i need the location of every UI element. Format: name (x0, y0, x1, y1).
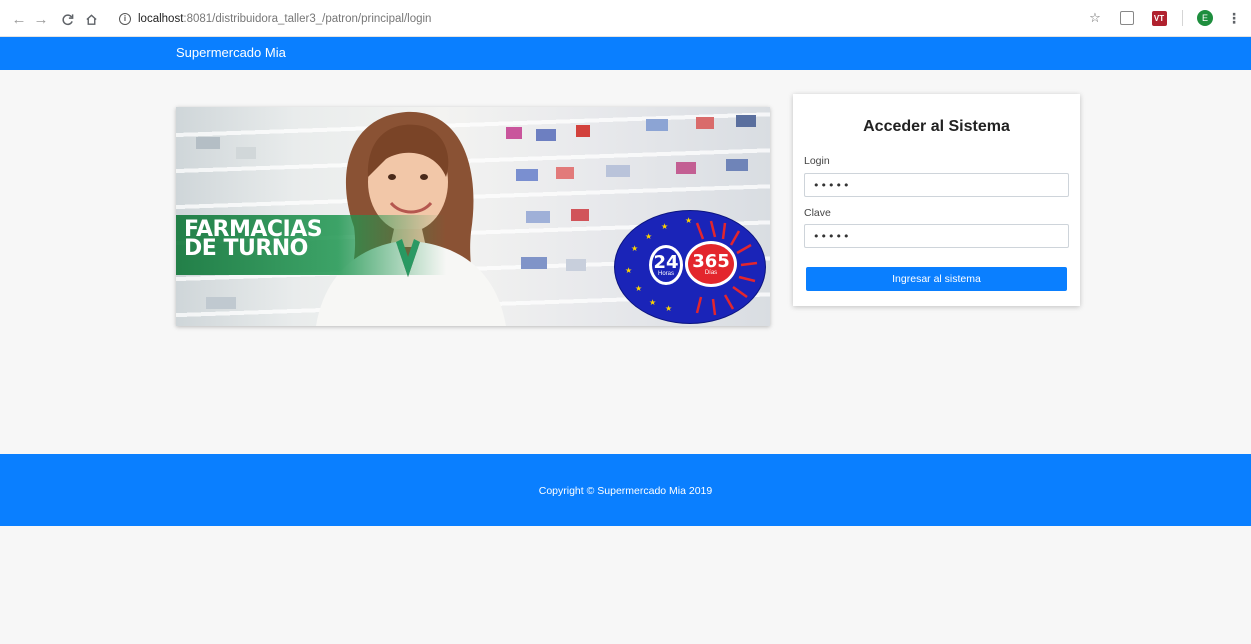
shelf-product (206, 297, 236, 309)
shelf-product (516, 169, 538, 181)
login-title: Acceder al Sistema (863, 118, 1010, 135)
days-label: Días (704, 269, 718, 276)
top-navbar: Supermercado Mia (0, 37, 1251, 70)
profile-avatar[interactable]: E (1197, 10, 1213, 26)
shelf-product (566, 259, 586, 271)
copyright-text: Copyright © Supermercado Mia 2019 (538, 485, 713, 497)
banner-line2: DE TURNO (184, 236, 308, 261)
shelf-product (556, 167, 574, 179)
footer: Copyright © Supermercado Mia 2019 (0, 454, 1251, 526)
shelf-product (236, 147, 256, 159)
site-info-icon[interactable]: i (119, 13, 131, 25)
open-24-365-badge: ★ ★ ★ ★ ★ ★ ★ ★ 24 Horas 365 Días (614, 210, 766, 324)
more-menu-icon[interactable]: ⋮ (1227, 10, 1241, 27)
shelf-product (736, 115, 756, 127)
hours-label: Horas (657, 270, 674, 277)
svg-text:★: ★ (661, 222, 668, 231)
password-label: Clave (804, 207, 831, 219)
pharmacy-banner: FARMACIAS DE TURNO ★ ★ ★ ★ ★ ★ ★ ★ 24 Horas 365… (176, 107, 770, 326)
svg-text:★: ★ (649, 298, 656, 307)
shelf-product (576, 125, 590, 137)
hours-number: 24 (653, 251, 679, 273)
shelf-product (526, 211, 550, 223)
password-input[interactable] (804, 224, 1069, 248)
login-card: Acceder al Sistema Login Clave Ingresar … (793, 94, 1080, 306)
days-badge: 365 Días (685, 241, 737, 287)
url-host: localhost (138, 13, 184, 25)
navbar-brand[interactable]: Supermercado Mia (176, 45, 286, 60)
bookmark-star-icon[interactable]: ☆ (1086, 9, 1104, 27)
svg-text:★: ★ (625, 266, 632, 275)
svg-text:★: ★ (685, 216, 692, 225)
svg-text:★: ★ (631, 244, 638, 253)
url-path: :8081/distribuidora_taller3_/patron/prin… (183, 13, 432, 25)
reload-icon[interactable] (56, 8, 78, 30)
banner-headline: FARMACIAS DE TURNO (184, 219, 323, 261)
shelf-product (606, 165, 630, 177)
login-label: Login (804, 155, 830, 167)
extension-red-icon[interactable]: VT (1150, 9, 1168, 27)
extension-reader-icon[interactable] (1118, 9, 1136, 27)
home-icon[interactable] (80, 8, 102, 30)
svg-text:★: ★ (635, 284, 642, 293)
svg-text:★: ★ (645, 232, 652, 241)
shelf-product (521, 257, 547, 269)
back-arrow-icon[interactable]: ← (8, 8, 30, 30)
hours-badge: 24 Horas (649, 245, 683, 285)
shelf-product (696, 117, 714, 129)
shelf-product (571, 209, 589, 221)
login-input[interactable] (804, 173, 1069, 197)
shelf-product (676, 162, 696, 174)
shelf-product (646, 119, 668, 131)
shelf-product (536, 129, 556, 141)
address-bar[interactable]: i localhost:8081/distribuidora_taller3_/… (112, 7, 1092, 31)
submit-login-button[interactable]: Ingresar al sistema (806, 267, 1067, 291)
svg-text:★: ★ (665, 304, 672, 313)
days-number: 365 (692, 250, 730, 272)
forward-arrow-icon[interactable]: → (30, 8, 52, 30)
toolbar-divider (1182, 10, 1183, 26)
shelf-product (726, 159, 748, 171)
browser-toolbar: ← → i localhost:8081/distribuidora_talle… (0, 0, 1251, 37)
shelf-product (196, 137, 220, 149)
